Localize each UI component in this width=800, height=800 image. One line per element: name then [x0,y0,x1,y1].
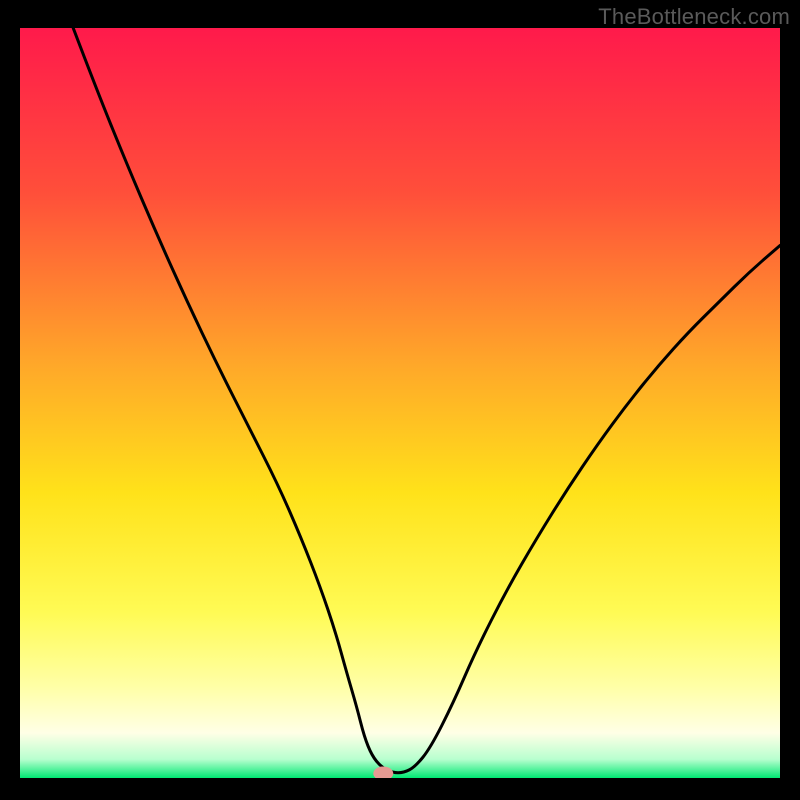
chart-background [20,28,780,778]
chart-svg [20,28,780,778]
plot-area [20,28,780,778]
chart-frame: TheBottleneck.com [0,0,800,800]
watermark-text: TheBottleneck.com [598,4,790,30]
